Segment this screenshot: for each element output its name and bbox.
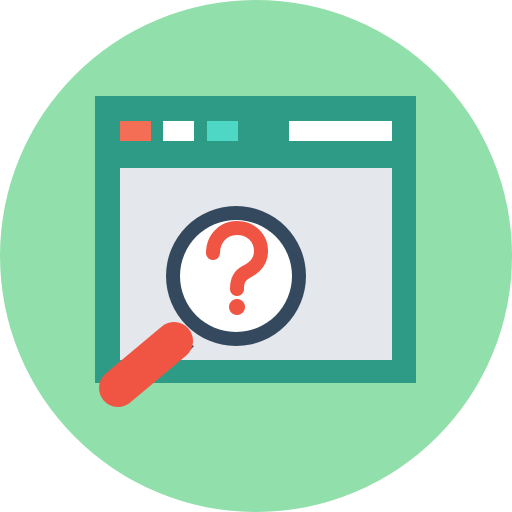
window-close-button xyxy=(120,121,151,141)
address-bar xyxy=(289,121,392,141)
window-maximize-button xyxy=(207,121,238,141)
question-mark-dot xyxy=(229,299,245,315)
window-minimize-button xyxy=(163,121,194,141)
search-help-illustration xyxy=(0,0,512,512)
illustration-svg xyxy=(0,0,512,512)
